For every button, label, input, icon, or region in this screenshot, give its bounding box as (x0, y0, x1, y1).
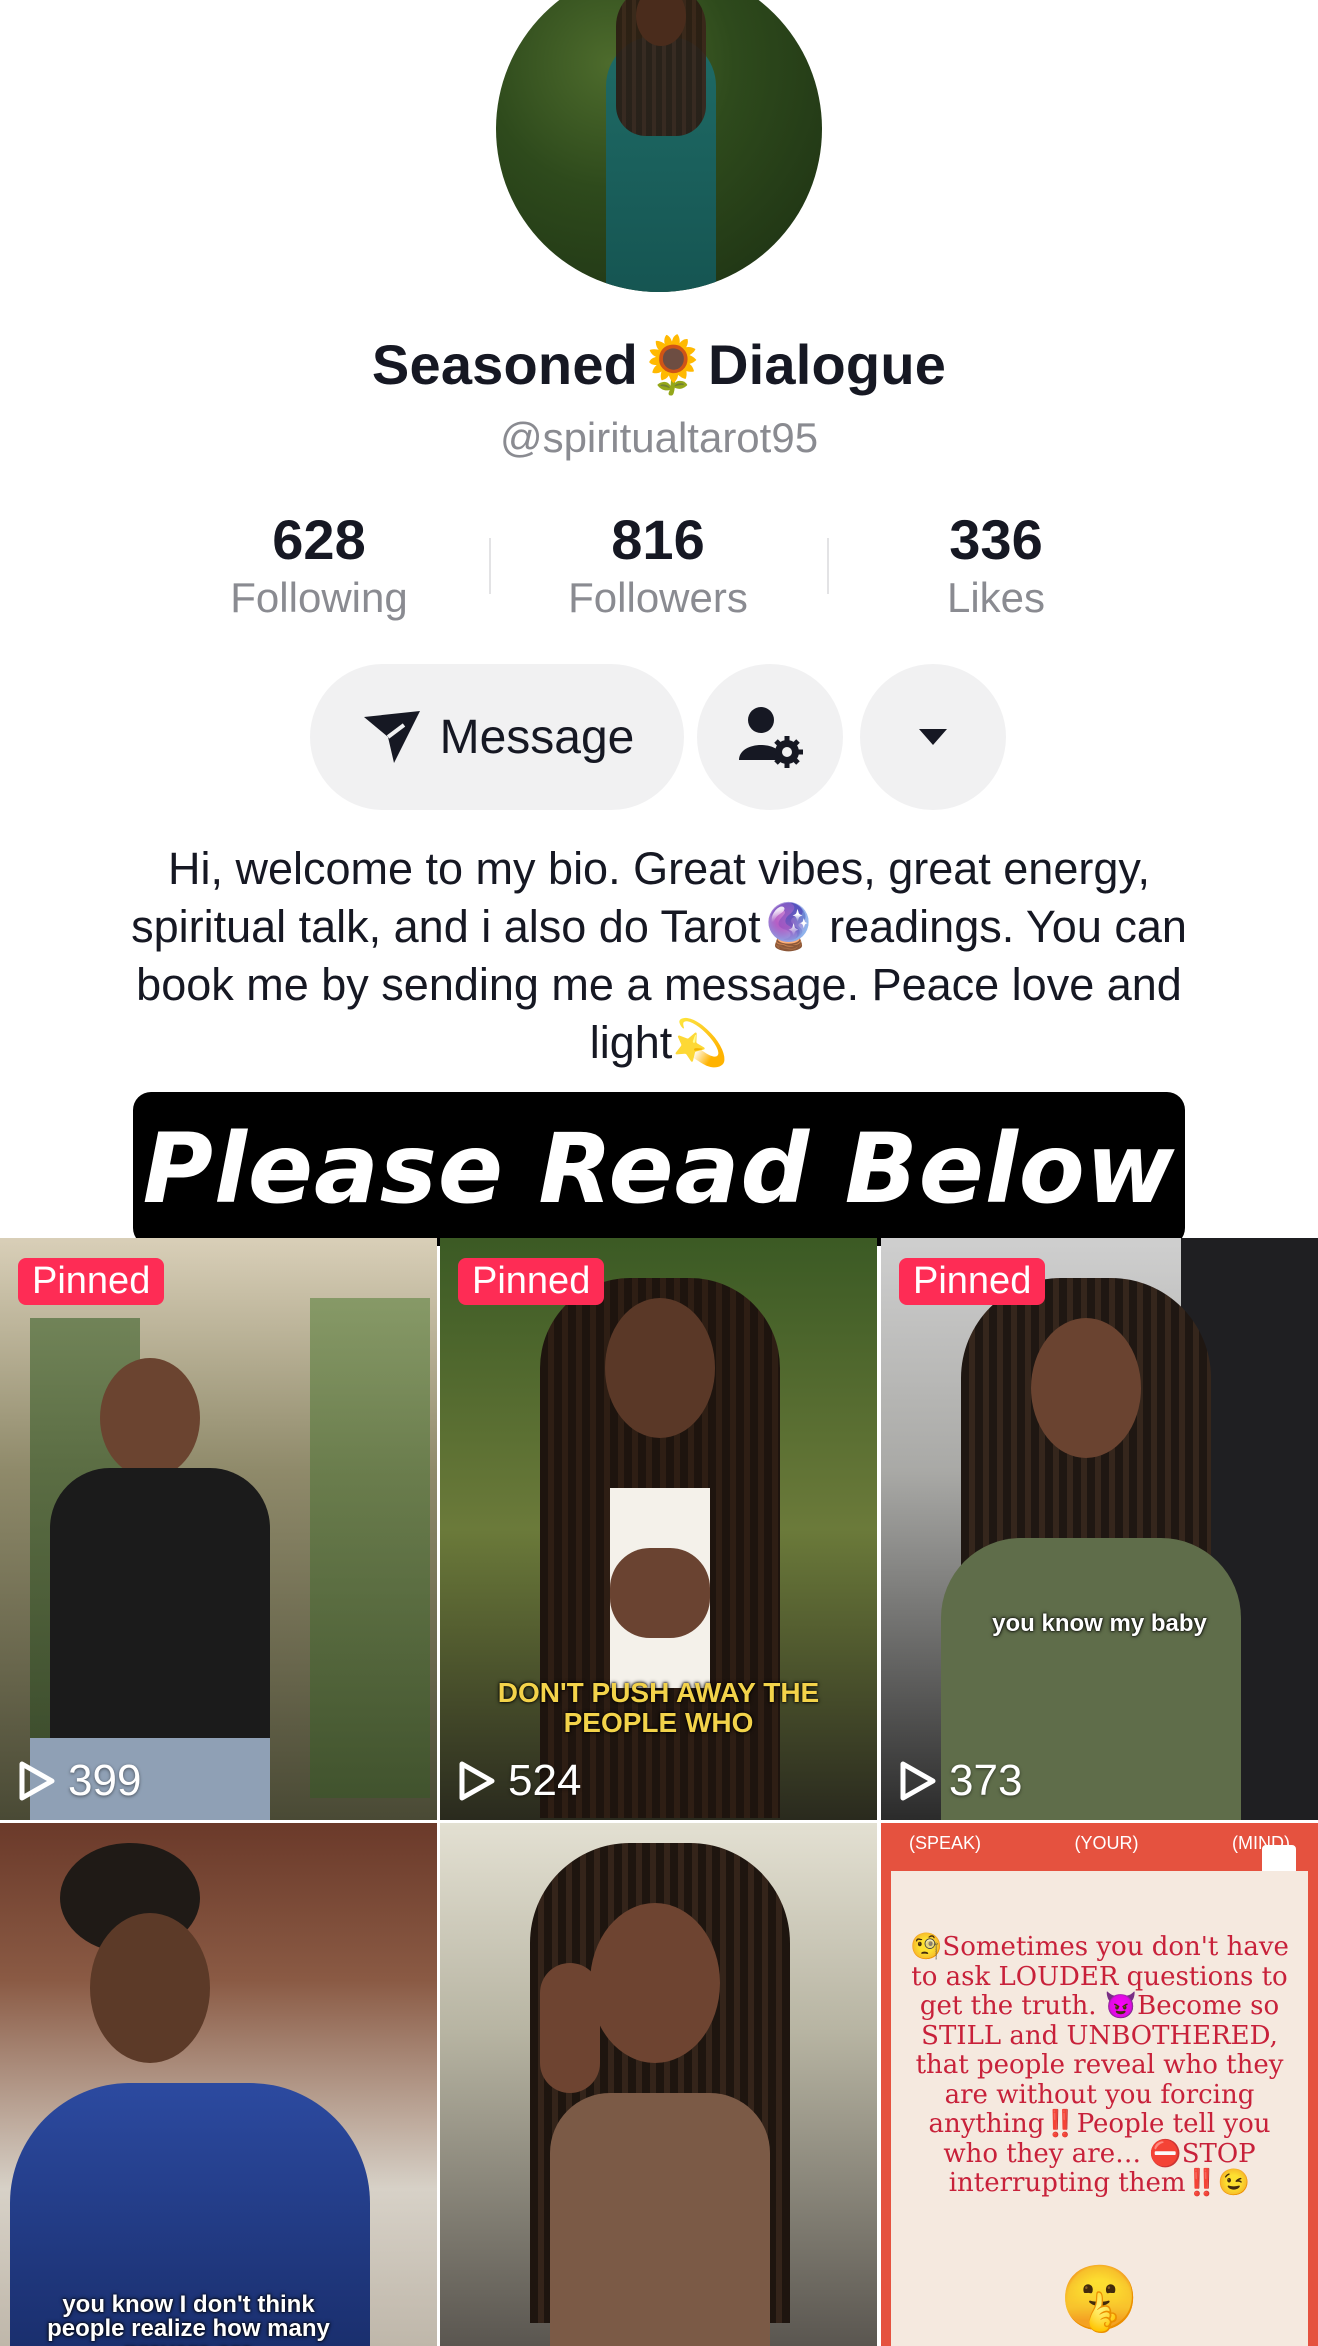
video-tile[interactable]: you know I don't think people realize ho… (0, 1823, 437, 2346)
video-caption: you know my baby (992, 1610, 1207, 1637)
person-figure (100, 1358, 200, 1478)
stat-divider (827, 538, 829, 594)
message-button[interactable]: Message (310, 664, 684, 810)
stat-following[interactable]: 628 Following (169, 508, 469, 624)
add-friend-settings-icon (739, 707, 803, 768)
view-count: 399 (18, 1756, 141, 1806)
video-tile[interactable]: (SPEAK) (YOUR) (MIND) 🧐Sometimes you don… (881, 1823, 1318, 2346)
video-tile[interactable] (440, 1823, 877, 2346)
play-icon (459, 1761, 495, 1801)
profile-avatar[interactable] (496, 0, 822, 292)
stat-label: Followers (568, 574, 748, 621)
person-figure (605, 1298, 715, 1438)
profile-bio: Hi, welcome to my bio. Great vibes, grea… (131, 843, 1187, 1068)
stat-likes[interactable]: 336 Likes (846, 508, 1146, 624)
quote-header: (SPEAK) (YOUR) (MIND) (881, 1823, 1318, 1863)
read-below-banner: Please Read Below (133, 1092, 1185, 1246)
stat-value: 816 (611, 508, 705, 571)
pinned-badge: Pinned (18, 1258, 165, 1305)
share-icon[interactable] (1080, 0, 1260, 12)
stat-value: 628 (272, 508, 366, 571)
play-icon (19, 1761, 55, 1801)
pinned-badge: Pinned (458, 1258, 605, 1305)
dropdown-caret-icon (919, 729, 947, 745)
message-label: Message (439, 710, 635, 764)
stat-label: Likes (946, 574, 1046, 621)
shush-emoji: 🤫 (1059, 2262, 1140, 2334)
stat-divider (489, 538, 491, 594)
send-icon (363, 711, 420, 763)
back-icon[interactable] (70, 0, 130, 12)
view-count-value: 373 (949, 1756, 1023, 1805)
stat-value: 336 (949, 508, 1043, 571)
quote-header-item: (SPEAK) (909, 1833, 982, 1853)
person-figure (1031, 1318, 1141, 1458)
quote-header-item: (YOUR) (1074, 1833, 1139, 1853)
view-count: 524 (458, 1756, 581, 1806)
person-figure (90, 1913, 210, 2063)
video-tile[interactable]: DON'T PUSH AWAY THE PEOPLE WHO Pinned 52… (440, 1238, 877, 1820)
display-name: Seasoned🌻Dialogue (371, 333, 947, 396)
play-icon (900, 1761, 936, 1801)
stat-followers[interactable]: 816 Followers (508, 508, 808, 624)
video-tile[interactable]: Pinned 399 (0, 1238, 437, 1820)
video-tile[interactable]: you know my baby Pinned 373 (881, 1238, 1318, 1820)
add-friend-settings-button[interactable] (697, 664, 843, 810)
more-options-button[interactable] (860, 664, 1006, 810)
view-count: 373 (899, 1756, 1022, 1806)
quote-text: 🧐Sometimes you don't have to ask LOUDER … (910, 1932, 1289, 2198)
username: @spiritualtarot95 (499, 414, 819, 461)
person-figure (590, 1903, 720, 2063)
video-caption: you know I don't think people realize ho… (47, 2291, 330, 2346)
pinned-badge: Pinned (899, 1258, 1046, 1305)
stat-label: Following (230, 574, 408, 621)
quote-card: 🧐Sometimes you don't have to ask LOUDER … (891, 1871, 1308, 2346)
view-count-value: 524 (508, 1756, 582, 1805)
video-caption: DON'T PUSH AWAY THE PEOPLE WHO (497, 1677, 820, 1738)
banner-text: Please Read Below (142, 1113, 1176, 1225)
view-count-value: 399 (68, 1756, 142, 1805)
